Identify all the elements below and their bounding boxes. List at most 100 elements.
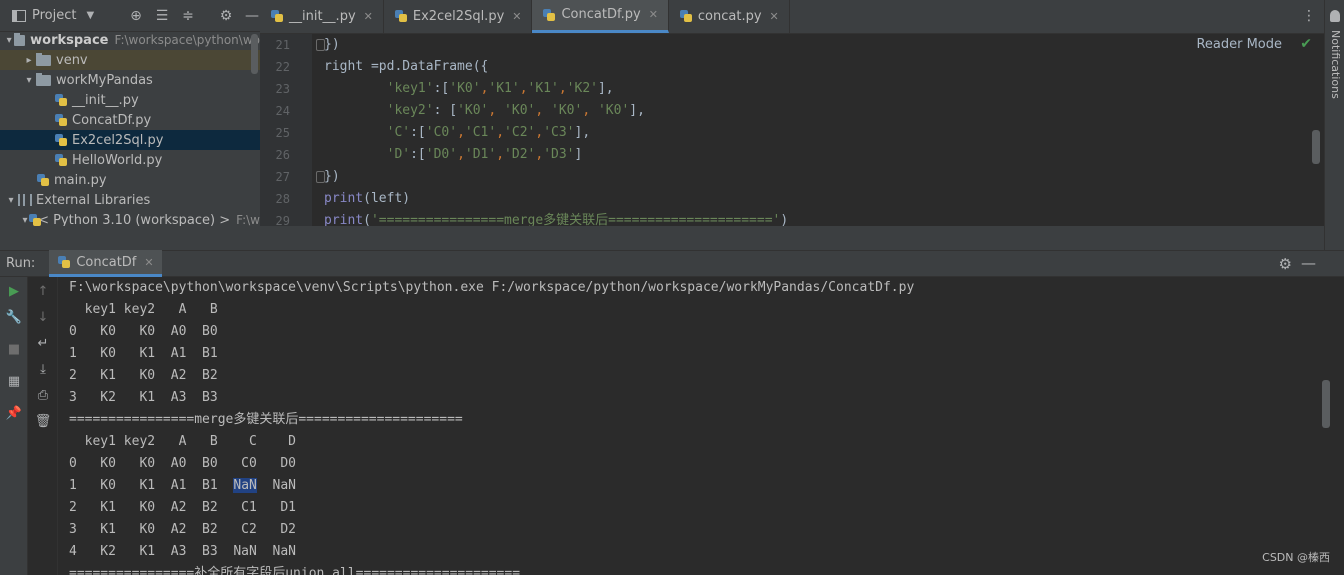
console-line[interactable]: 2 K1 K0 A2 B2 C1 D1 [69,497,1318,519]
project-title[interactable]: Project [32,8,76,23]
expand-all-icon[interactable]: ☰ [152,6,172,26]
code-line[interactable]: print(left) [324,188,1324,210]
tree-item[interactable]: ▾ workspace F:\workspace\python\wo [0,30,260,50]
scroll-to-end-icon[interactable]: ⤓ [33,359,53,379]
console-line[interactable]: ================merge多键关联后==============… [69,409,1318,431]
stop-icon[interactable]: ■ [4,339,24,359]
reader-mode-button[interactable]: Reader Mode [1196,37,1282,52]
code-line[interactable]: 'D':['D0','D1','D2','D3'] [324,144,1324,166]
tree-item[interactable]: __init__.py [0,90,260,110]
minimize-icon[interactable]: — [1301,254,1316,272]
line-number: 26 [275,148,290,162]
console-line[interactable]: F:\workspace\python\workspace\venv\Scrip… [69,277,1318,299]
tree-item[interactable]: ConcatDf.py [0,110,260,130]
code-line[interactable]: 'key1':['K0','K1','K1','K2'], [324,78,1324,100]
tree-item-label: ConcatDf.py [72,112,152,128]
close-icon[interactable]: ✕ [512,10,521,23]
trash-icon[interactable]: 🗑 [33,411,53,431]
code-token: , [496,147,505,162]
console-line[interactable]: ================补全所有字段后union all========… [69,563,1318,575]
editor-tab[interactable]: concat.py ✕ [669,0,790,33]
chevron-down-icon[interactable]: ▼ [86,10,94,21]
code-token: }) [324,169,340,184]
code-area[interactable]: }) right =pd.DataFrame({ 'key1':['K0','K1… [324,34,1324,250]
console-line[interactable]: 3 K1 K0 A2 B2 C2 D2 [69,519,1318,541]
console-line[interactable]: key1 key2 A B [69,299,1318,321]
tree-item[interactable]: ▾ External Libraries [0,190,260,210]
editor-tab[interactable]: __init__.py ✕ [260,0,384,33]
fold-marker-icon[interactable] [316,171,325,183]
code-token: 'D0' [425,147,458,162]
console-line[interactable]: 3 K2 K1 A3 B3 [69,387,1318,409]
pin-icon[interactable]: 📌 [4,403,24,423]
wrench-icon[interactable]: 🔧 [4,307,24,327]
run-tab-concatdf[interactable]: ConcatDf ✕ [49,250,162,277]
close-icon[interactable]: ✕ [649,8,658,21]
code-line[interactable]: 'C':['C0','C1','C2','C3'], [324,122,1324,144]
editor-tab[interactable]: Ex2cel2Sql.py ✕ [384,0,533,33]
code-token: ], [629,103,645,118]
console-line[interactable]: 4 K2 K1 A3 B3 NaN NaN [69,541,1318,563]
fold-marker-icon[interactable] [316,39,325,51]
arrow-up-icon[interactable]: ↑ [33,281,53,301]
run-toolbar-primary: ▶ 🔧 ■ ▦ 📌 [0,277,28,575]
print-icon[interactable]: ⎙ [33,385,53,405]
close-icon[interactable]: ✕ [364,10,373,23]
console-line[interactable]: 1 K0 K1 A1 B1 NaN NaN [69,475,1318,497]
run-label: Run: [6,256,36,271]
code-token: 'K0' [597,103,630,118]
tree-item-path: F:\workspace\python\wo [114,33,260,47]
tree-item[interactable]: HelloWorld.py [0,150,260,170]
close-icon[interactable]: ✕ [770,10,779,23]
tree-item[interactable]: ▾ workMyPandas [0,70,260,90]
tree-item[interactable]: Ex2cel2Sql.py [0,130,260,150]
tree-item[interactable]: ▸ venv [0,50,260,70]
python-file-icon [54,153,68,167]
code-line[interactable]: }) [324,34,1324,56]
chevron-right-icon[interactable]: ▸ [22,55,36,66]
close-icon[interactable]: ✕ [144,256,153,269]
soft-wrap-icon[interactable]: ↵ [33,333,53,353]
code-token: 'C0' [425,125,458,140]
editor: __init__.py ✕ Ex2cel2Sql.py ✕ ConcatDf.py ✕ co… [260,0,1324,250]
code-token: 'D' [386,147,411,162]
code-line[interactable]: right =pd.DataFrame({ [324,56,1324,78]
gear-icon[interactable]: ⚙ [216,6,236,26]
chevron-down-icon[interactable]: ▾ [22,75,36,86]
right-tool-stripe: Notifications [1324,0,1344,250]
code-token: 'C3' [543,125,575,140]
console-scrollbar[interactable] [1322,380,1330,428]
console-line[interactable]: 0 K0 K0 A0 B0 C0 D0 [69,453,1318,475]
console-line[interactable]: key1 key2 A B C D [69,431,1318,453]
notifications-tab[interactable]: Notifications [1329,30,1342,99]
collapse-all-icon[interactable]: ≑ [178,6,198,26]
console-line[interactable]: 0 K0 K0 A0 B0 [69,321,1318,343]
tree-item-label: HelloWorld.py [72,152,163,168]
tree-item[interactable]: main.py [0,170,260,190]
locate-target-icon[interactable]: ⊕ [126,6,146,26]
gear-icon[interactable]: ⚙ [1279,255,1292,273]
more-tabs-icon[interactable]: ⋮ [1302,8,1316,24]
check-icon[interactable]: ✔ [1300,36,1312,52]
minimize-icon[interactable]: — [242,6,260,26]
code-line[interactable]: 'key2': ['K0', 'K0', 'K0', 'K0'], [324,100,1324,122]
run-header: Run: ConcatDf ✕ ⚙ — [0,250,1344,277]
folder-icon [36,72,51,86]
console-line[interactable]: 1 K0 K1 A1 B1 [69,343,1318,365]
code-token: , [519,81,528,96]
chevron-down-icon[interactable]: ▾ [4,35,14,46]
project-scrollbar[interactable] [251,34,258,74]
arrow-down-icon[interactable]: ↓ [33,307,53,327]
editor-tab[interactable]: ConcatDf.py ✕ [532,0,669,33]
console-output[interactable]: F:\workspace\python\workspace\venv\Scrip… [58,277,1318,575]
bell-icon[interactable] [1330,10,1340,22]
code-line[interactable]: }) [324,166,1324,188]
code-token: 'K0' [449,81,481,96]
console-text: NaN [256,478,297,493]
layout-icon[interactable]: ▦ [4,371,24,391]
rerun-icon[interactable]: ▶ [4,281,24,301]
chevron-down-icon[interactable]: ▾ [4,195,18,206]
panel-splitter[interactable] [0,226,1324,250]
editor-scrollbar[interactable] [1312,130,1320,164]
console-line[interactable]: 2 K1 K0 A2 B2 [69,365,1318,387]
